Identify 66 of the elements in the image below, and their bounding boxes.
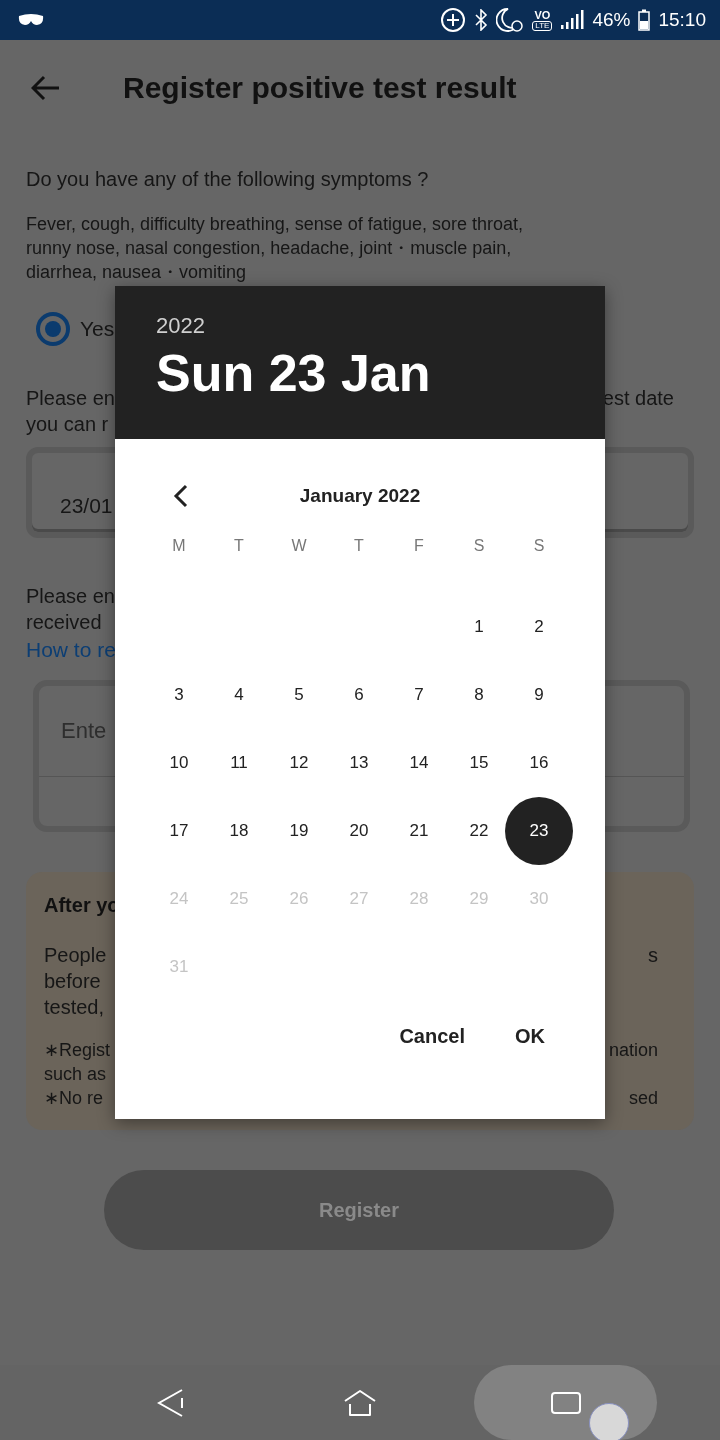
calendar-day[interactable]: 22: [457, 809, 501, 853]
picker-year[interactable]: 2022: [156, 312, 605, 340]
calendar-day[interactable]: 2: [517, 605, 561, 649]
notice-text: s: [648, 943, 658, 968]
note-text: nation: [608, 1039, 658, 1062]
back-arrow-icon[interactable]: [31, 75, 61, 101]
weekday-label: T: [233, 536, 245, 556]
calendar-day[interactable]: 17: [157, 809, 201, 853]
battery-percent: 46%: [592, 9, 631, 31]
previous-month-icon[interactable]: [173, 484, 189, 508]
calendar-day[interactable]: 15: [457, 741, 501, 785]
calendar-day[interactable]: 3: [157, 673, 201, 717]
picker-date: Sun 23 Jan: [156, 343, 432, 404]
prompt-text: Please en: [26, 584, 115, 609]
prompt-text: received: [26, 610, 102, 635]
weekday-label: M: [171, 536, 187, 556]
weekday-label: S: [532, 536, 546, 556]
battery-icon: [638, 9, 651, 31]
code-input[interactable]: Ente: [39, 686, 115, 776]
radio-button[interactable]: [36, 312, 70, 346]
calendar-day[interactable]: 14: [397, 741, 441, 785]
calendar-day[interactable]: 16: [517, 741, 561, 785]
weekday-label: F: [413, 536, 425, 556]
weekday-label: T: [353, 536, 365, 556]
calendar-day[interactable]: 6: [337, 673, 381, 717]
notice-text: before: [44, 969, 101, 994]
calendar-day[interactable]: 1: [457, 605, 501, 649]
weekday-label: S: [472, 536, 486, 556]
notice-text: tested,: [44, 995, 105, 1020]
calendar-day[interactable]: 20: [337, 809, 381, 853]
notice-text: People: [44, 943, 107, 968]
calendar-day[interactable]: 9: [517, 673, 561, 717]
calendar-day[interactable]: 8: [457, 673, 501, 717]
weekday-label: W: [290, 536, 308, 556]
mask-icon: [18, 13, 44, 27]
month-title: January 2022: [299, 485, 421, 507]
calendar-day[interactable]: 18: [217, 809, 261, 853]
calendar-day[interactable]: 11: [217, 741, 261, 785]
calendar-day[interactable]: 13: [337, 741, 381, 785]
signal-icon: [560, 10, 585, 30]
calendar-day[interactable]: 4: [217, 673, 261, 717]
calendar-day[interactable]: 23: [505, 797, 573, 865]
note-text: sed: [628, 1087, 658, 1110]
recents-icon[interactable]: [549, 1390, 582, 1415]
note-text: ∗Regist: [44, 1039, 111, 1062]
prompt-text: Please en: [26, 386, 115, 411]
question-text: Do you have any of the following symptoms ?: [26, 167, 430, 192]
symptoms-text: Fever, cough, difficulty breathing, sense of fatigue, sore throat, runny nose, nasal congestion, headache, joint・muscle pain, diarrhea, nausea・vomiting: [26, 213, 524, 284]
calendar-day[interactable]: 10: [157, 741, 201, 785]
calendar-day[interactable]: 7: [397, 673, 441, 717]
page-title: Register positive test result: [123, 71, 517, 105]
note-text: such as: [44, 1063, 107, 1086]
calendar-day[interactable]: 5: [277, 673, 321, 717]
dialog-button[interactable]: Cancel: [379, 1015, 485, 1058]
plus-circle-icon: [440, 7, 467, 33]
note-text: ∗No re: [44, 1087, 103, 1110]
calendar-day[interactable]: 19: [277, 809, 321, 853]
radio-label: Yes: [80, 317, 115, 341]
moon-alarm-icon: [496, 7, 525, 33]
home-icon[interactable]: [343, 1388, 377, 1417]
prompt-text: you can r: [26, 412, 109, 437]
bluetooth-icon: [474, 9, 489, 31]
calendar-day[interactable]: 12: [277, 741, 321, 785]
calendar-day[interactable]: 21: [397, 809, 441, 853]
dialog-button[interactable]: OK: [495, 1015, 565, 1058]
status-time: 15:10: [658, 9, 706, 31]
